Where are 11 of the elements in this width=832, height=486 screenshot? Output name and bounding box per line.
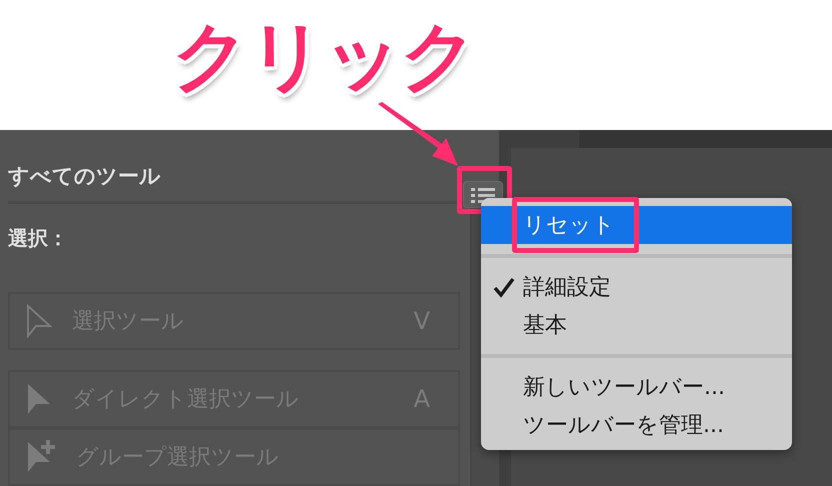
menu-item[interactable]: 基本 [481, 306, 792, 344]
pointer-icon [26, 382, 52, 416]
annotation-label: クリック [172, 18, 476, 102]
pointer-plus-icon [26, 440, 56, 474]
section-label: 選択： [8, 224, 69, 252]
menu-item[interactable]: 詳細設定 [481, 268, 792, 306]
menu-item[interactable]: 新しいツールバー... [481, 368, 792, 406]
menu-item[interactable]: ツールバーを管理... [481, 406, 792, 444]
menu-item[interactable]: リセット [481, 206, 792, 244]
checkmark-icon [493, 276, 515, 298]
pointer-icon [26, 304, 52, 338]
